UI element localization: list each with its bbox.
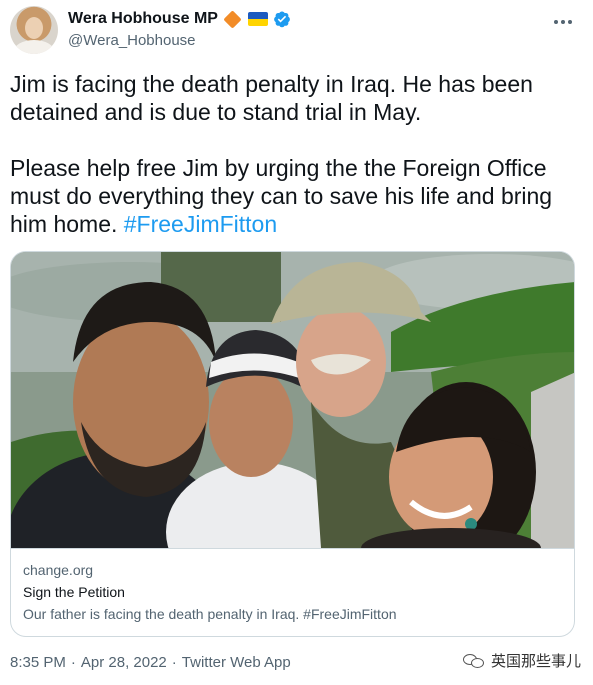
diamond-icon [223, 9, 242, 29]
tweet-paragraph-1: Jim is facing the death penalty in Iraq.… [10, 71, 533, 125]
watermark-text: 英国那些事儿 [490, 652, 581, 670]
tweet-paragraph-2-text: Please help free Jim by urging the the F… [10, 155, 553, 237]
card-meta[interactable]: change.org Sign the Petition Our father … [11, 548, 574, 636]
tweet-source: Twitter Web App [181, 654, 291, 671]
ukraine-flag-icon [247, 12, 268, 26]
tweet-text: Jim is facing the death penalty in Iraq.… [10, 70, 580, 238]
author-name-row: Wera Hobhouse MP [68, 9, 291, 29]
verified-badge-icon [274, 11, 290, 28]
author-handle[interactable]: @Wera_Hobhouse [68, 32, 196, 49]
tweet: Wera Hobhouse MP @Wera_Hobhouse Jim is f… [0, 0, 593, 685]
tweet-paragraph-2: Please help free Jim by urging the the F… [10, 154, 580, 238]
author-avatar[interactable] [10, 6, 58, 54]
link-preview-card[interactable]: change.org Sign the Petition Our father … [10, 251, 575, 637]
watermark: 英国那些事儿 [462, 650, 581, 671]
author-display-name[interactable]: Wera Hobhouse MP [68, 10, 218, 28]
card-description: Our father is facing the death penalty i… [23, 606, 397, 622]
card-domain: change.org [23, 562, 94, 578]
tweet-footer: 8:35 PM · Apr 28, 2022 · Twitter Web App [10, 654, 291, 671]
tweet-date[interactable]: Apr 28, 2022 [81, 654, 167, 671]
card-title: Sign the Petition [23, 584, 125, 600]
hashtag-link[interactable]: #FreeJimFitton [124, 211, 277, 237]
footer-separator: · [70, 654, 76, 671]
card-photo[interactable] [11, 252, 574, 548]
more-options-icon[interactable] [551, 12, 575, 32]
footer-separator: · [171, 654, 177, 671]
wechat-icon [462, 652, 485, 670]
tweet-time[interactable]: 8:35 PM [10, 654, 66, 671]
